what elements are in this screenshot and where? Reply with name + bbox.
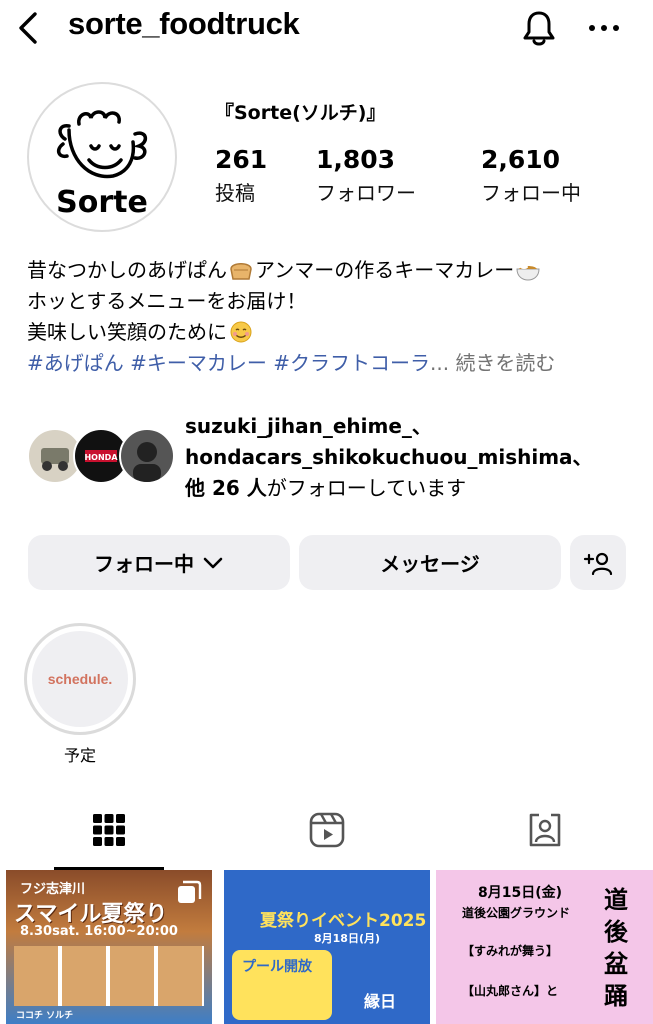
bio-line-3: 美味しい笑顔のために: [27, 317, 627, 348]
followers-stat[interactable]: 1,803 フォロワー: [316, 145, 416, 206]
person-photo-icon: [133, 442, 161, 482]
following-stat[interactable]: 2,610 フォロー中: [481, 145, 581, 206]
tab-reels[interactable]: [218, 790, 435, 870]
profile-bio: 昔なつかしのあげぱん アンマーの作るキーマカレー ホッとするメニューをお届け！ 美…: [27, 255, 627, 379]
followers-count: 1,803: [316, 145, 396, 174]
mutual-others-count: 他 26 人: [185, 476, 267, 500]
avatar-logo-text: HONDA: [84, 453, 118, 462]
tagged-person-icon: [529, 813, 560, 847]
bio-text: 昔なつかしのあげぱん: [27, 258, 227, 282]
post-text: プール開放: [242, 959, 312, 975]
post-text: 【すみれが舞う】: [462, 944, 559, 958]
highlight-cover: schedule.: [32, 631, 128, 727]
read-more-link[interactable]: 続きを読む: [455, 351, 555, 375]
mutual-suffix: がフォローしています: [266, 476, 467, 500]
mutual-followers-avatars[interactable]: HONDA: [27, 428, 177, 486]
notifications-button[interactable]: [519, 8, 559, 48]
mutual-followers-text[interactable]: suzuki_jihan_ehime_、 hondacars_shikokuch…: [185, 411, 593, 504]
profile-username: sorte_foodtruck: [68, 6, 300, 41]
bread-emoji-icon: [230, 263, 252, 280]
chevron-left-icon: [19, 12, 37, 44]
reels-icon: [309, 812, 344, 848]
post-text: ココチ ソルチ: [16, 1011, 74, 1021]
following-count: 2,610: [481, 145, 561, 174]
chevron-down-icon: [203, 557, 223, 568]
post-text: 道後公園グラウンド: [462, 906, 571, 920]
grid-icon: [92, 814, 125, 846]
post-text: 縁日: [364, 992, 397, 1011]
post-thumbnail[interactable]: 夏祭りイベント2025 8月18日(月) プール開放 縁日: [224, 870, 430, 1024]
back-button[interactable]: [12, 8, 44, 48]
post-text: フジ志津川: [20, 882, 86, 897]
message-button-label: メッセージ: [380, 552, 480, 576]
bio-hashtags[interactable]: #あげぱん #キーマカレー #クラフトコーラ: [27, 351, 430, 375]
message-button[interactable]: メッセージ: [299, 535, 561, 590]
bio-line-1: 昔なつかしのあげぱん アンマーの作るキーマカレー: [27, 255, 627, 286]
bio-line-2: ホッとするメニューをお届け！: [27, 289, 307, 313]
posts-label: 投稿: [215, 181, 255, 205]
display-name: 『Sorte(ソルチ)』: [215, 102, 386, 124]
following-label: フォロー中: [481, 181, 581, 205]
post-text: 【山丸郎さん】と: [462, 984, 559, 998]
bio-text: 美味しい笑顔のために: [27, 320, 227, 344]
top-bar: sorte_foodtruck: [0, 0, 653, 56]
carousel-icon: [178, 880, 202, 903]
post-text: 夏祭りイベント2025: [260, 911, 427, 931]
profile-avatar[interactable]: Sorte: [27, 82, 177, 232]
bio-text: アンマーの作るキーマカレー: [255, 258, 515, 282]
post-thumbnail[interactable]: 8月15日(金) 道後公園グラウンド 【すみれが舞う】 【山丸郎さん】と 道後盆…: [436, 870, 653, 1024]
food-photos: [14, 946, 204, 1006]
bio-ellipsis: ...: [430, 351, 450, 375]
post-text: 8.30sat. 16:00~20:00: [20, 924, 178, 939]
post-text: 道後盆踊: [604, 885, 628, 1010]
avatar: [119, 428, 175, 484]
tab-posts-grid[interactable]: [0, 790, 217, 870]
mutual-user-1: suzuki_jihan_ehime_、: [185, 414, 432, 438]
mutual-others: 他 26 人がフォローしています: [185, 473, 593, 504]
followers-label: フォロワー: [316, 181, 416, 205]
tab-tagged[interactable]: [436, 790, 653, 870]
posts-count: 261: [215, 145, 268, 174]
posts-stat[interactable]: 261 投稿: [215, 145, 267, 206]
more-horizontal-icon: [589, 25, 619, 31]
post-text: 8月18日(月): [314, 932, 381, 945]
sorte-face-logo: Sorte: [56, 110, 148, 220]
highlight-label: 予定: [63, 746, 96, 765]
smiling-face-emoji-icon: [230, 321, 252, 343]
mutual-user-2: hondacars_shikokuchuou_mishima、: [185, 445, 593, 469]
post-thumbnail[interactable]: フジ志津川 スマイル夏祭り 8.30sat. 16:00~20:00 ココチ ソ…: [6, 870, 212, 1024]
add-person-icon: [583, 552, 613, 575]
curry-emoji-icon: [516, 265, 540, 281]
bio-line-4: #あげぱん #キーマカレー #クラフトコーラ... 続きを読む: [27, 348, 627, 379]
suggested-users-button[interactable]: [570, 535, 626, 590]
following-button-label: フォロー中: [94, 552, 194, 576]
following-button[interactable]: フォロー中: [28, 535, 290, 590]
avatar-brand-text: Sorte: [56, 185, 148, 220]
profile-tabs: [0, 790, 653, 870]
story-highlight-schedule[interactable]: schedule.: [24, 623, 136, 735]
more-options-button[interactable]: [584, 8, 624, 48]
post-text: 8月15日(金): [478, 885, 563, 901]
bell-icon: [523, 11, 555, 46]
